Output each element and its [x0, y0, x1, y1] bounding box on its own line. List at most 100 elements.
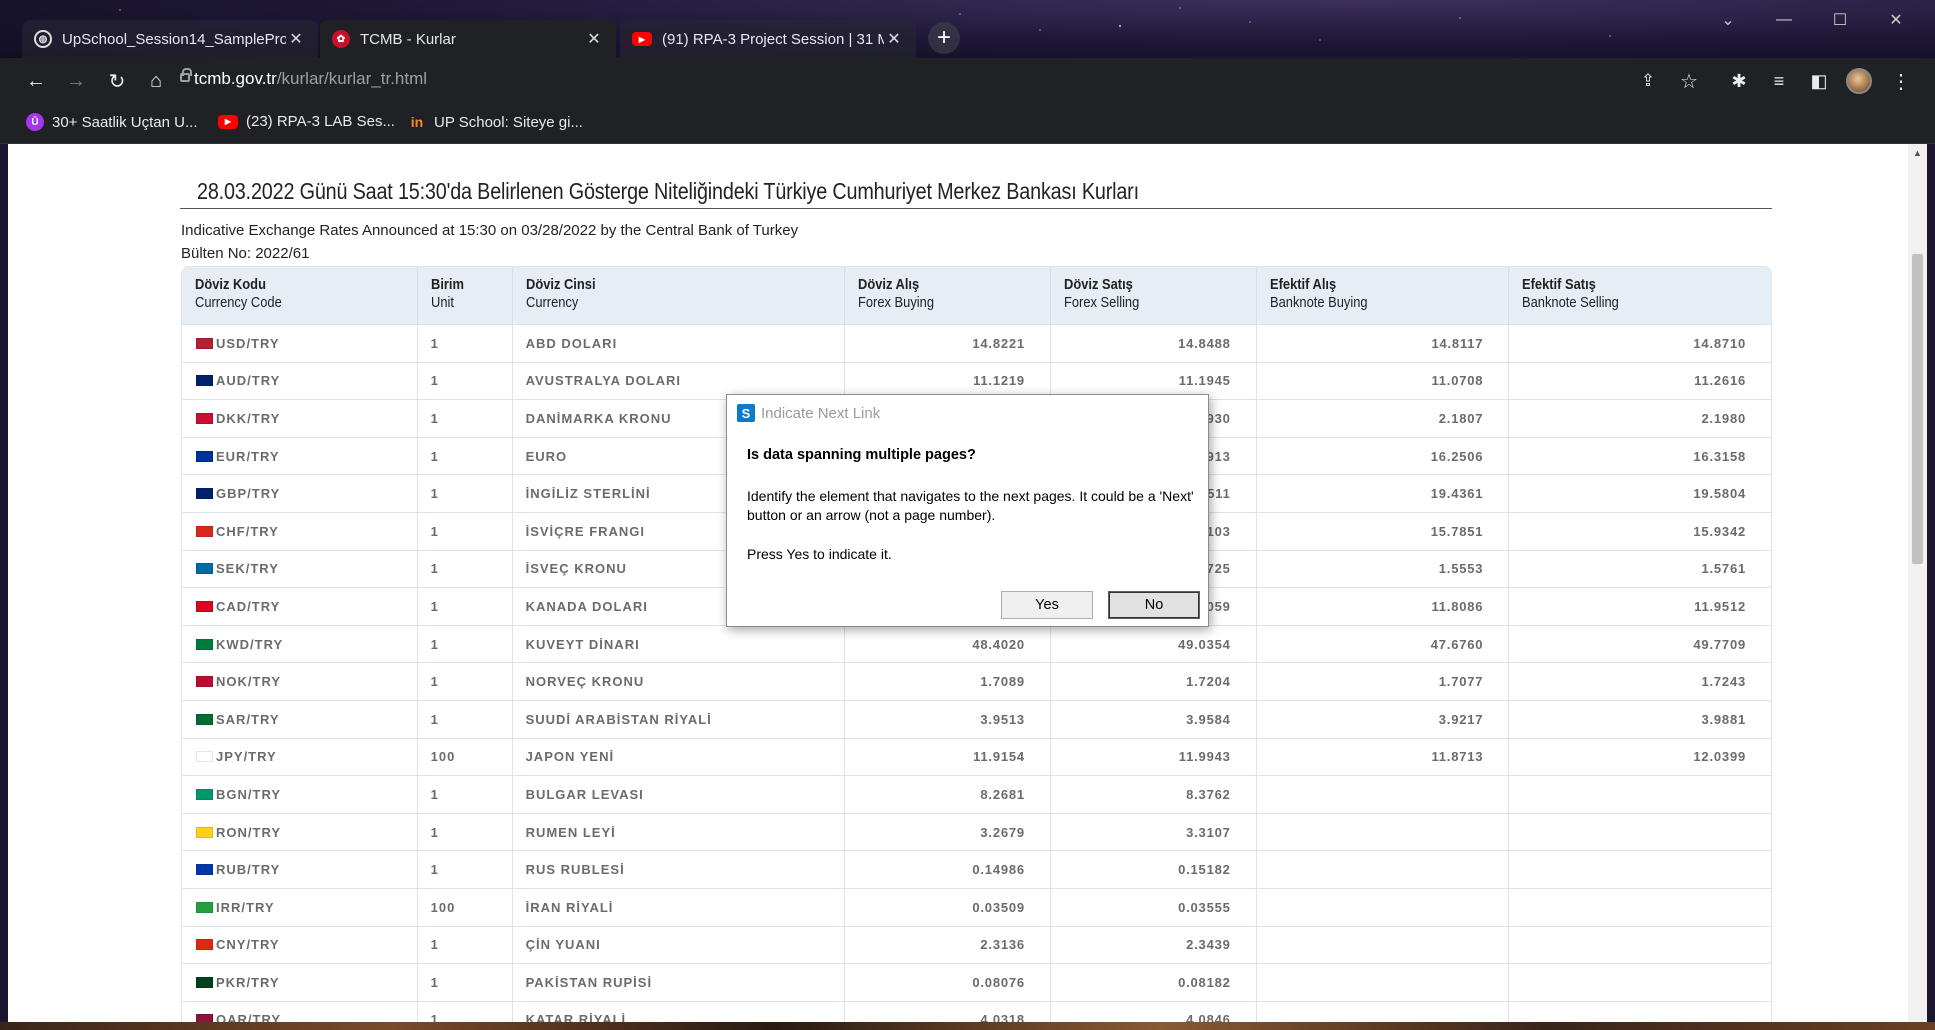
- side-panel-icon[interactable]: ◧: [1805, 67, 1833, 95]
- column-header-en: Currency: [525, 294, 578, 311]
- bookmark-youtube[interactable]: ▶ (23) RPA-3 LAB Ses...: [218, 113, 395, 130]
- uipath-logo-icon: S: [737, 404, 755, 422]
- media-icon[interactable]: ≡: [1765, 67, 1793, 95]
- tab-tcmb[interactable]: ✿ TCMB - Kurlar ✕: [320, 20, 616, 58]
- dialog-titlebar[interactable]: S Indicate Next Link: [727, 395, 1208, 431]
- lock-icon[interactable]: [180, 68, 192, 82]
- currency-code-text: CHF/TRY: [216, 523, 279, 539]
- banknote-selling-cell: 11.2616: [1509, 361, 1771, 400]
- unit-text: 1: [430, 636, 439, 652]
- home-icon[interactable]: ⌂: [142, 67, 170, 95]
- banknote-selling-cell: [1509, 1000, 1771, 1022]
- menu-icon[interactable]: ⋮: [1887, 67, 1915, 95]
- flag-icon: [196, 488, 213, 500]
- currency-name-text: İNGİLİZ STERLİNİ: [525, 486, 651, 502]
- unit-cell: 1: [417, 624, 513, 663]
- forex-buying-cell: 4.0318: [845, 1000, 1051, 1022]
- page-scrollbar[interactable]: ▲: [1908, 144, 1927, 1022]
- column-header-en: Banknote Buying: [1269, 294, 1368, 311]
- unit-cell: 1: [417, 549, 513, 588]
- tab-search-button[interactable]: ⌄: [1700, 0, 1756, 40]
- tcmb-icon: ✿: [332, 30, 350, 48]
- back-icon[interactable]: ←: [22, 67, 50, 95]
- currency-code-cell: SAR/TRY: [182, 699, 418, 738]
- unit-cell: 1: [417, 474, 513, 512]
- forward-icon[interactable]: →: [62, 67, 90, 95]
- banknote-buying-text: 16.2506: [1430, 448, 1484, 464]
- forex-buying-text: 8.2681: [980, 786, 1025, 802]
- banknote-buying-cell: 11.0708: [1256, 361, 1510, 400]
- banknote-buying-text: 14.8117: [1431, 335, 1484, 351]
- banknote-selling-text: 1.5761: [1701, 561, 1746, 577]
- address-bar[interactable]: tcmb.gov.tr/kurlar/kurlar_tr.html: [194, 69, 427, 89]
- currency-code-cell: GBP/TRY: [182, 474, 418, 512]
- currency-code-text: SAR/TRY: [216, 711, 280, 727]
- currency-name-cell: NORVEÇ KRONU: [512, 662, 846, 700]
- unit-text: 1: [430, 373, 439, 389]
- share-icon[interactable]: ⇪: [1634, 67, 1662, 95]
- currency-code-cell: KWD/TRY: [182, 624, 418, 663]
- forex-selling-cell: 2.3439: [1050, 925, 1257, 964]
- banknote-selling-text: 3.9881: [1701, 711, 1746, 727]
- forex-selling-text: 059: [1206, 598, 1231, 614]
- exchange-rates-table: Döviz Kodu Currency Code Birim Unit Döviz …: [181, 266, 1772, 1022]
- banknote-buying-text: 1.7077: [1438, 674, 1484, 690]
- currency-code-cell: BGN/TRY: [182, 775, 418, 813]
- table-row: IRR/TRY 100 İRAN RİYALİ 0.03509 0.03555: [182, 887, 1771, 926]
- scroll-up-icon[interactable]: ▲: [1908, 144, 1927, 161]
- close-icon[interactable]: ✕: [584, 29, 604, 49]
- banknote-buying-cell: 1.7077: [1256, 662, 1510, 700]
- currency-code-text: JPY/TRY: [216, 749, 277, 765]
- forex-buying-cell: 3.2679: [845, 812, 1051, 851]
- table-row: USD/TRY 1 ABD DOLARI 14.8221 14.8488 14.8117 1…: [182, 324, 1771, 362]
- flag-icon: [196, 939, 213, 951]
- column-header-tr: Efektif Alış: [1269, 276, 1336, 293]
- banknote-selling-cell: [1509, 925, 1771, 964]
- forex-buying-cell: 0.08076: [845, 963, 1051, 1001]
- tab-youtube[interactable]: ▶ (91) RPA-3 Project Session | 31 M ✕: [620, 20, 916, 58]
- currency-code-text: GBP/TRY: [216, 486, 281, 502]
- no-button[interactable]: No: [1108, 591, 1200, 619]
- currency-code-cell: DKK/TRY: [182, 399, 418, 437]
- flag-icon: [196, 638, 213, 650]
- maximize-button[interactable]: ☐: [1812, 0, 1868, 40]
- avatar[interactable]: [1846, 68, 1872, 94]
- banknote-selling-cell: [1509, 887, 1771, 926]
- unit-cell: 100: [417, 737, 513, 776]
- close-icon[interactable]: ✕: [884, 29, 904, 49]
- yes-button[interactable]: Yes: [1001, 591, 1093, 619]
- forex-selling-cell: 0.15182: [1050, 850, 1257, 888]
- forex-buying-text: 11.1219: [973, 373, 1025, 389]
- banknote-buying-cell: 11.8086: [1256, 587, 1510, 625]
- currency-name-cell: İRAN RİYALİ: [512, 887, 846, 926]
- minimize-button[interactable]: —: [1756, 0, 1812, 40]
- close-icon[interactable]: ✕: [286, 29, 306, 49]
- extensions-icon[interactable]: ✱: [1725, 67, 1753, 95]
- indicate-next-link-dialog: S Indicate Next Link Is data spanning mu…: [726, 394, 1209, 627]
- banknote-selling-text: 49.7709: [1693, 636, 1746, 652]
- star-icon[interactable]: ☆: [1675, 67, 1703, 95]
- banknote-selling-text: 2.1980: [1701, 410, 1746, 426]
- flag-icon: [196, 1014, 213, 1022]
- currency-code-text: KWD/TRY: [216, 636, 284, 652]
- currency-code-cell: RUB/TRY: [182, 850, 418, 888]
- forex-selling-text: 913: [1206, 448, 1231, 464]
- forex-selling-text: 0.15182: [1178, 862, 1231, 878]
- forex-buying-cell: 11.9154: [845, 737, 1051, 776]
- currency-code-text: QAR/TRY: [216, 1012, 282, 1022]
- bookmark-udemy[interactable]: Ū 30+ Saatlik Uçtan U...: [26, 113, 198, 131]
- close-window-button[interactable]: ✕: [1868, 0, 1924, 40]
- tab-upschool[interactable]: ◍ UpSchool_Session14_SampleProj ✕: [22, 20, 318, 58]
- new-tab-button[interactable]: +: [928, 22, 960, 54]
- currency-name-cell: JAPON YENİ: [512, 737, 846, 776]
- flag-icon: [196, 450, 213, 462]
- unit-cell: 1: [417, 925, 513, 964]
- currency-code-cell: IRR/TRY: [182, 887, 418, 926]
- currency-name-text: EURO: [525, 448, 568, 464]
- currency-code-cell: EUR/TRY: [182, 436, 418, 475]
- currency-code-cell: CNY/TRY: [182, 925, 418, 964]
- bookmark-upschool[interactable]: in UP School: Siteye gi...: [408, 113, 583, 131]
- currency-code-text: BGN/TRY: [216, 786, 282, 802]
- scroll-thumb[interactable]: [1912, 254, 1923, 564]
- reload-icon[interactable]: ↻: [103, 67, 131, 95]
